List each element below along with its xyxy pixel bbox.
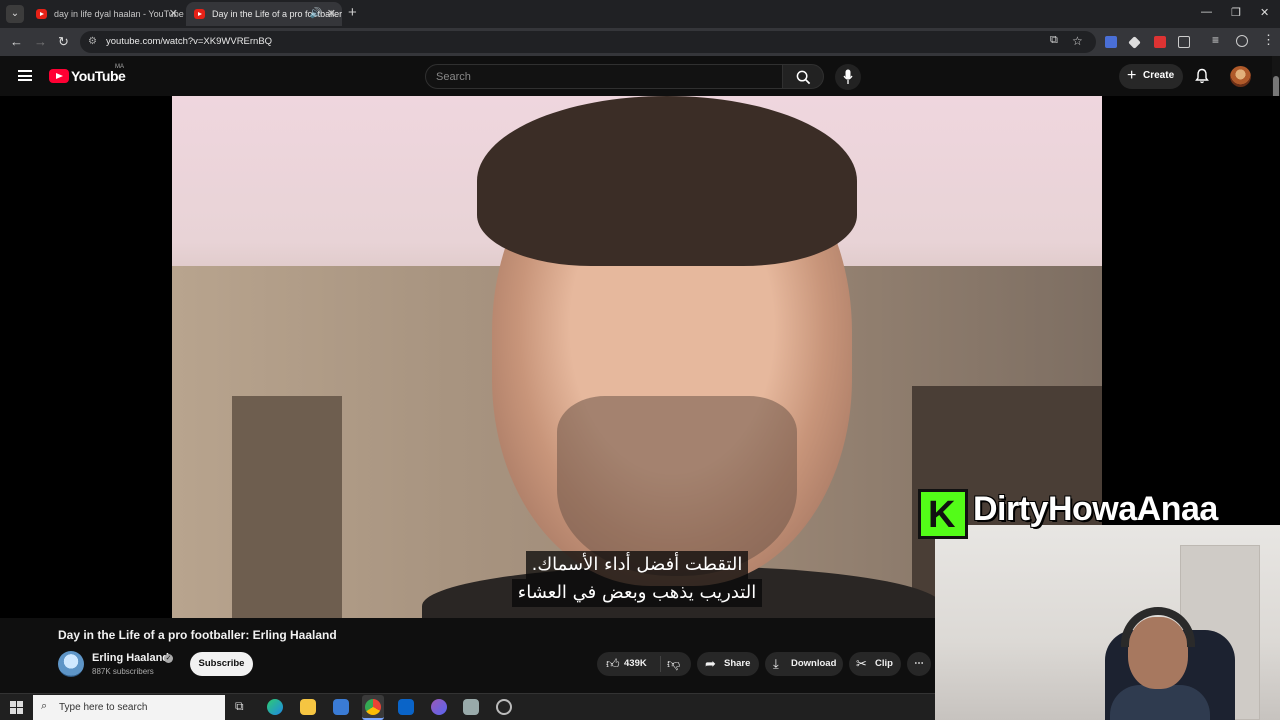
channel-name[interactable]: Erling Haaland <box>92 652 169 664</box>
create-label: Create <box>1143 70 1175 81</box>
browser-menu-icon[interactable]: ⋮ <box>1262 32 1275 48</box>
edge-browser-icon[interactable] <box>267 699 283 715</box>
search-input[interactable]: Search <box>425 64 783 89</box>
app-icon[interactable] <box>463 699 479 715</box>
youtube-wordmark: YouTube <box>71 68 126 84</box>
back-icon[interactable]: ← <box>10 34 23 49</box>
minimize-icon[interactable]: — <box>1201 6 1212 18</box>
caption-line-1: التقطت أفضل أداء الأسماك. <box>525 551 749 579</box>
more-horizontal-icon: ⋯ <box>914 658 924 669</box>
speaker-icon[interactable]: 🔊 <box>310 2 322 26</box>
caption-line-2: التدريب يذهب وبعض في العشاء <box>511 579 763 607</box>
restore-icon[interactable]: ❐ <box>1231 6 1241 19</box>
cast-icon[interactable]: ⧉ <box>1050 34 1058 47</box>
profile-icon[interactable] <box>1236 35 1248 47</box>
close-tab-icon[interactable]: ✕ <box>327 2 336 26</box>
clip-button[interactable]: ✂ Clip <box>849 652 901 676</box>
thumbs-down-icon[interactable]: 👎︎ <box>667 652 680 676</box>
notifications-bell-icon[interactable] <box>1194 68 1210 84</box>
subscribe-button[interactable]: Subscribe <box>190 652 253 676</box>
streamer-webcam <box>935 525 1280 720</box>
windows-start-icon[interactable] <box>10 701 23 714</box>
download-icon: ⤓ <box>773 656 779 671</box>
task-view-icon[interactable]: ⧉ <box>235 699 244 714</box>
voice-search-button[interactable] <box>835 64 861 90</box>
taskbar-search-box[interactable]: ⌕ Type here to search <box>33 695 225 720</box>
subscriber-count: 887K subscribers <box>92 667 154 676</box>
account-avatar[interactable] <box>1230 66 1251 87</box>
discord-icon[interactable] <box>431 699 447 715</box>
share-label: Share <box>724 658 751 669</box>
close-tab-icon[interactable]: ✕ <box>169 2 178 26</box>
youtube-favicon-icon <box>36 9 47 19</box>
browser-tab-2-active[interactable]: Day in the Life of a pro footballer: Erl… <box>186 2 342 26</box>
share-button[interactable]: ➦ Share <box>697 652 759 676</box>
windows-taskbar: ⌕ Type here to search ⧉ <box>0 693 935 720</box>
create-button[interactable]: + Create <box>1119 64 1183 89</box>
country-code: MA <box>115 64 124 70</box>
webcam-scene-body <box>1110 685 1210 720</box>
streamer-name: DirtyHowaAnaa <box>973 490 1218 528</box>
share-arrow-icon: ➦ <box>705 656 716 671</box>
youtube-masthead: YouTube MA Search + Create <box>0 56 1280 96</box>
taskbar-search-placeholder: Type here to search <box>59 702 148 713</box>
new-tab-icon[interactable]: + <box>348 4 357 21</box>
more-actions-button[interactable]: ⋯ <box>907 652 931 676</box>
tab-title: day in life dyal haalan - YouTube <box>54 9 184 19</box>
kick-logo-letter: K <box>928 494 956 536</box>
obs-icon[interactable] <box>496 699 512 715</box>
youtube-play-logo-icon <box>49 69 69 83</box>
microphone-icon <box>843 69 853 84</box>
address-bar[interactable]: ⚙ youtube.com/watch?v=XK9WVRErnBQ ⧉ ☆ <box>80 31 1096 53</box>
browser-tab-1[interactable]: day in life dyal haalan - YouTube ✕ <box>28 2 184 26</box>
youtube-favicon-icon <box>194 9 205 19</box>
forward-icon[interactable]: → <box>34 34 47 49</box>
extension-red-icon[interactable] <box>1154 36 1166 48</box>
taskbar-search-icon: ⌕ <box>41 700 48 712</box>
clip-label: Clip <box>875 658 893 669</box>
media-control-icon[interactable]: ≡ <box>1212 33 1219 47</box>
like-count[interactable]: 439K <box>624 658 647 669</box>
outlook-icon[interactable] <box>398 699 414 715</box>
plus-icon: + <box>1127 67 1137 84</box>
download-button[interactable]: ⤓ Download <box>765 652 843 676</box>
video-scene-beard <box>557 396 797 576</box>
url-text[interactable]: youtube.com/watch?v=XK9WVRErnBQ <box>106 36 272 47</box>
reload-icon[interactable]: ↻ <box>58 34 69 50</box>
extensions-puzzle-icon[interactable] <box>1178 36 1190 48</box>
like-divider <box>660 656 661 672</box>
tab-title: Day in the Life of a pro footballer: Erl… <box>212 9 342 19</box>
file-explorer-icon[interactable] <box>300 699 316 715</box>
tab-search-dropdown-icon[interactable]: ⌄ <box>6 5 24 23</box>
video-title: Day in the Life of a pro footballer: Erl… <box>58 628 337 642</box>
verified-badge-icon: ✓ <box>164 654 173 663</box>
bookmark-star-icon[interactable]: ☆ <box>1072 34 1083 48</box>
site-info-icon[interactable]: ⚙ <box>88 36 100 48</box>
browser-tab-strip: ⌄ day in life dyal haalan - YouTube ✕ Da… <box>0 0 1280 28</box>
chrome-icon[interactable] <box>365 699 381 715</box>
close-window-icon[interactable]: ✕ <box>1260 6 1269 19</box>
translate-extension-icon[interactable] <box>1105 36 1117 48</box>
kick-logo-badge: K <box>918 489 968 539</box>
browser-toolbar: ← → ↻ ⚙ youtube.com/watch?v=XK9WVRErnBQ … <box>0 28 1280 56</box>
video-scene-hair <box>477 96 857 266</box>
download-label: Download <box>791 658 837 669</box>
thumbs-up-icon[interactable]: 👍︎ <box>606 652 620 676</box>
channel-avatar[interactable] <box>58 651 84 677</box>
like-dislike-group: 👍︎ 439K 👎︎ <box>597 652 691 676</box>
store-icon[interactable] <box>333 699 349 715</box>
guide-menu-icon[interactable] <box>18 70 32 81</box>
extension-diamond-icon[interactable] <box>1128 36 1141 49</box>
search-button[interactable] <box>782 64 824 89</box>
search-icon <box>796 70 811 85</box>
scissors-icon: ✂ <box>856 656 867 671</box>
